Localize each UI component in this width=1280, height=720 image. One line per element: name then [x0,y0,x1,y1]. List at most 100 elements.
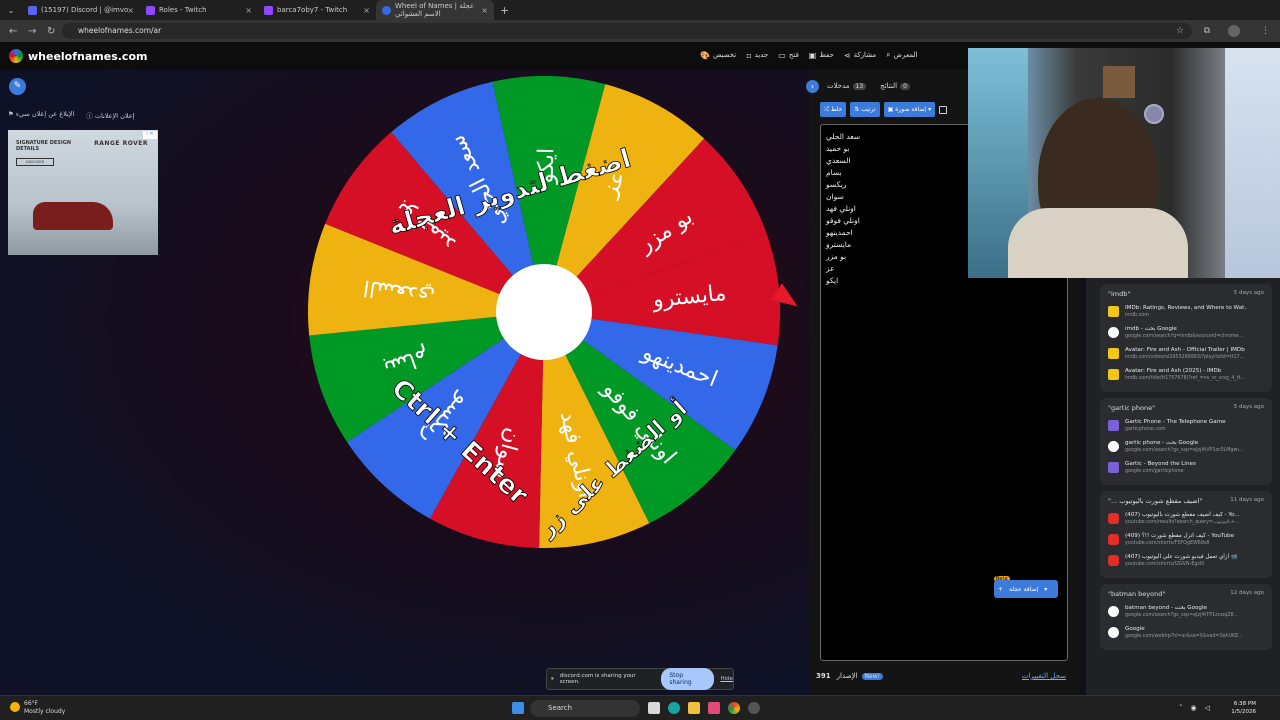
chrome-icon[interactable] [728,702,740,714]
pause-icon: ⏸ [551,675,554,682]
history-item-title: (407) ازاي تعمل فيديو شورت علي اليوتيوب … [1125,554,1238,560]
history-group-header[interactable]: "imdb" 5 days ago [1108,290,1264,298]
share-icon: ⋖ [843,50,851,60]
app-icon[interactable] [708,702,720,714]
menu-dots-icon[interactable]: ⋮ [1261,26,1270,36]
shuffle-button[interactable]: ⤮ خلط [820,102,847,117]
history-panel: "imdb" 5 days ago IMDb: Ratings, Reviews, … [1086,278,1280,695]
open-button[interactable]: ▭ فتح [778,50,799,60]
app-icon-2[interactable] [748,702,760,714]
save-button[interactable]: ▣ حفظ [809,50,834,60]
network-icon[interactable]: ◉ [1191,704,1197,712]
history-item[interactable]: (407) ازاي تعمل فيديو شورت علي اليوتيوب … [1108,553,1264,568]
folder-icon[interactable] [688,702,700,714]
close-icon[interactable]: × [481,6,488,15]
sort-button[interactable]: ⇅ ترتيب [850,102,880,117]
browser-tab-discord[interactable]: (15197) Discord | @imvo × [22,0,140,20]
extensions-icon[interactable]: ⧉ [1204,26,1210,36]
history-item[interactable]: Avatar: Fire and Ash (2025) - IMDb imdb.c… [1108,367,1264,382]
twitch-icon [146,5,155,15]
close-icon[interactable]: × [363,6,370,15]
taskbar-search[interactable]: Search [530,700,640,717]
profile-avatar[interactable] [1228,25,1240,37]
browser-tab-roles[interactable]: Roles - Twitch × [140,0,258,20]
history-item[interactable]: Avatar: Fire and Ash - Official Trailer … [1108,346,1264,361]
history-item-title: (407) كيف اضيف مقطع شورت باليوتيوب - Yo.… [1125,512,1240,518]
ad-info-link[interactable]: ⓘ إعلان الإعلانات [86,110,134,120]
ad-badge[interactable]: i ✕ [143,131,157,139]
close-icon[interactable]: × [127,6,134,15]
tab-search-icon[interactable]: ⌄ [0,6,22,15]
entries-count: 13 [852,82,867,90]
close-icon[interactable]: × [245,6,252,15]
history-item-url: garticphone.com [1125,427,1166,432]
gallery-button[interactable]: ⌕ المعرض [886,50,917,60]
ad-cta-button[interactable]: DISCOVER [16,158,54,166]
history-item[interactable]: gartic phone - بحث Google google.com/sear… [1108,439,1264,454]
discord-icon [28,5,37,15]
history-item[interactable]: Gartic - Beyond the Lines google.com/gart… [1108,460,1264,475]
history-item-url: google.com/search?gs_ssp=eJzj4tTP1zcwqZ8… [1125,613,1239,618]
history-item[interactable]: IMDb: Ratings, Reviews, and Where to Wat… [1108,304,1264,319]
customize-button[interactable]: 🎨 تخصيص [700,50,736,60]
history-item-url: imdb.com/title/tt1757678/?ref_=nv_sr_srs… [1125,376,1246,381]
history-item-title: Google [1125,626,1145,632]
history-item-title: (409) كيف انزل مقطع شورت !!؟ - YouTube [1125,533,1235,539]
car-image [33,202,113,230]
file-explorer-icon[interactable] [648,702,660,714]
browser-tab-barca[interactable]: barca7oby7 - Twitch × [258,0,376,20]
history-item-url: youtube.com/shorts/F5FOgEW69s8 [1125,541,1210,546]
history-query: "imdb" [1108,290,1131,298]
history-item[interactable]: imdb - بحث Google google.com/search?q=imd… [1108,325,1264,340]
weather-widget[interactable]: 66°F Mostly cloudy [10,700,65,716]
url-input[interactable]: wheelofnames.com/ar [62,23,1192,39]
system-tray: ˄ ◉ ◁ [1179,704,1210,712]
advanced-checkbox[interactable] [939,106,948,114]
tab-results[interactable]: النتائج 0 [880,82,910,90]
version-label: الإصدار [836,672,858,680]
start-icon[interactable] [512,702,524,714]
report-ad-link[interactable]: ⚑ الإبلاغ عن إعلان سيء [8,110,74,120]
add-image-button[interactable]: ▣ إضافة صورة ▾ [883,102,936,117]
history-group: "batman beyond" 12 days ago batman beyond … [1100,584,1272,650]
bookmark-star-icon[interactable]: ☆ [1176,26,1184,36]
plus-icon: + [998,585,1004,593]
reload-icon[interactable]: ↻ [47,26,57,37]
history-group-header[interactable]: "gartic phone" 5 days ago [1108,404,1264,412]
changelog-link[interactable]: سجل التغييرات [1022,672,1066,680]
history-item[interactable]: Google google.com/webhp?hl=ar&sa=X&ved=0a… [1108,625,1264,640]
spin-wheel[interactable]: مايسترواحمدينهواونلي فوفواونلي فهدسوانري… [308,76,780,548]
hide-button[interactable]: Hide [720,676,733,682]
browser-tab-strip: ⌄ (15197) Discord | @imvo × Roles - Twitc… [0,0,1280,20]
history-item[interactable]: (409) كيف انزل مقطع شورت !!؟ - YouTube yo… [1108,532,1264,547]
forward-icon[interactable]: → [28,26,38,37]
browser-tab-wheel[interactable]: Wheel of Names | عجلة الاسم العشوائي × [376,0,494,20]
site-logo[interactable]: wheelofnames.com [9,49,147,63]
stop-sharing-button[interactable]: Stop sharing [661,668,715,690]
edge-icon[interactable] [668,702,680,714]
google-icon [1108,441,1119,452]
history-group-header[interactable]: "... اضيف مقطع شورت باليوتيوب" 11 days ag… [1108,497,1264,505]
edit-pencil-icon[interactable]: ✎ [9,78,26,95]
new-tab-button[interactable]: + [500,4,509,17]
speaker-icon[interactable]: ◁ [1205,704,1210,712]
advertisement[interactable]: SIGNATURE DESIGN DETAILS RANGE ROVER DIS… [8,130,158,255]
back-icon[interactable]: ← [9,26,19,37]
history-item[interactable]: batman beyond - بحث Google google.com/sea… [1108,604,1264,619]
history-item[interactable]: Gartic Phone - The Telephone Game garticp… [1108,418,1264,433]
chevron-up-icon[interactable]: ˄ [1179,704,1183,712]
history-item[interactable]: (407) كيف اضيف مقطع شورت باليوتيوب - Yo.… [1108,511,1264,526]
history-date: 5 days ago [1233,290,1264,296]
new-button[interactable]: ▫ جديد [746,50,768,60]
clock[interactable]: 6:38 PM 1/5/2026 [1231,700,1256,716]
hide-panel-icon[interactable]: › [806,79,819,93]
google-icon [1108,606,1119,617]
panel-footer: 391 الإصدار New! سجل التغييرات [816,668,1076,684]
history-group-header[interactable]: "batman beyond" 12 days ago [1108,590,1264,598]
wheel-hub[interactable] [496,264,592,360]
add-wheel-button[interactable]: + إضافة عجلة ▾ [994,580,1058,598]
tab-entries[interactable]: مدخلات 13 [827,82,867,90]
ad-brand: RANGE ROVER [94,140,148,147]
history-item-url: imdb.com [1125,313,1149,318]
share-button[interactable]: ⋖ مشاركة [844,50,876,60]
